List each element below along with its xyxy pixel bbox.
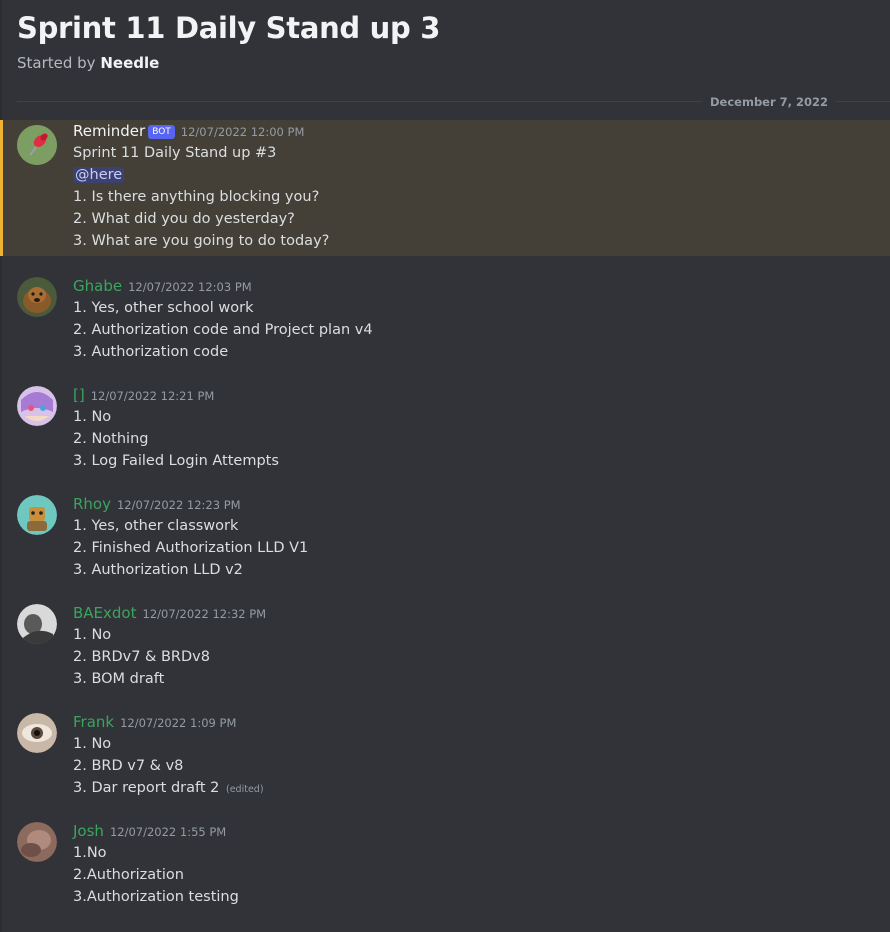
message-line: 3. Dar report draft 2 [73,780,220,796]
message-content: 1.No 2.Authorization 3.Authorization tes… [73,842,239,908]
date-divider: December 7, 2022 [702,94,837,110]
avatar[interactable] [17,604,57,644]
character-avatar-icon [17,495,57,535]
pushpin-icon [17,125,57,165]
message-line: 2. BRD v7 & v8 [73,758,184,774]
message-line: 2. What did you do yesterday? [73,211,295,227]
thread-title: Sprint 11 Daily Stand up 3 [17,11,441,45]
message-line: 2.Authorization [73,867,184,883]
message-line: 1. No [73,627,112,643]
message-reminder[interactable]: Reminder BOT 12/07/2022 12:00 PM Sprint 11… [0,120,890,256]
anime-avatar-icon [17,386,57,426]
message-content: 1. No 2. BRDv7 & BRDv8 3. BOM draft [73,624,210,690]
message-line: 1. No [73,409,112,425]
message-line: Sprint 11 Daily Stand up #3 [73,145,277,161]
person-avatar-icon [17,604,57,644]
message-timestamp: 12/07/2022 12:32 PM [142,607,267,621]
here-mention[interactable]: @here [73,167,125,183]
message-line: 2. BRDv7 & BRDv8 [73,649,210,665]
avatar[interactable] [17,277,57,317]
message-rhoy[interactable]: Rhoy 12/07/2022 12:23 PM 1. Yes, other cl… [0,493,890,585]
thread-starter-info: Started by Needle [17,54,440,72]
message-line: 1. Is there anything blocking you? [73,189,320,205]
message-author[interactable]: Josh [73,822,104,840]
message-line: 2. Nothing [73,431,149,447]
message-content: 1. Yes, other school work 2. Authorizati… [73,297,373,363]
message-line-mention: @here [73,164,329,186]
message-timestamp: 12/07/2022 1:09 PM [120,716,237,730]
message-author[interactable]: Rhoy [73,495,111,513]
message-line: 3. What are you going to do today? [73,233,330,249]
message-ghabe[interactable]: Ghabe 12/07/2022 12:03 PM 1. Yes, other s… [0,275,890,367]
blurred-avatar-icon [17,822,57,862]
message-line: 3. Log Failed Login Attempts [73,453,279,469]
message-content: 1. No 2. Nothing 3. Log Failed Login Att… [73,406,279,472]
message-line: 1. Yes, other school work [73,300,254,316]
message-line-edited: 3. Dar report draft 2 (edited) [73,777,264,801]
thread-header: Sprint 11 Daily Stand up 3 Started by Ne… [17,6,440,72]
message-line: 3.Authorization testing [73,889,239,905]
message-author[interactable]: BAExdot [73,604,137,622]
dog-avatar-icon [17,277,57,317]
message-content: Sprint 11 Daily Stand up #3 @here 1. Is … [73,142,329,252]
message-line: 3. Authorization LLD v2 [73,562,243,578]
avatar[interactable] [17,495,57,535]
message-line: 2. Finished Authorization LLD V1 [73,540,309,556]
message-author[interactable]: Reminder [73,122,145,140]
message-timestamp: 12/07/2022 12:23 PM [116,498,241,512]
message-line: 2. Authorization code and Project plan v… [73,322,373,338]
thread-starter-name[interactable]: Needle [100,54,159,72]
avatar[interactable] [17,713,57,753]
bot-badge: BOT [148,125,175,139]
message-brackets[interactable]: [] 12/07/2022 12:21 PM 1. No 2. Nothing 3… [0,384,890,476]
message-timestamp: 12/07/2022 12:21 PM [90,389,215,403]
message-frank[interactable]: Frank 12/07/2022 1:09 PM 1. No 2. BRD v7 … [0,711,890,803]
message-content: 1. Yes, other classwork 2. Finished Auth… [73,515,308,581]
message-line: 3. BOM draft [73,671,165,687]
message-author[interactable]: Frank [73,713,114,731]
message-line: 1. Yes, other classwork [73,518,239,534]
eye-avatar-icon [17,713,57,753]
message-author[interactable]: Ghabe [73,277,122,295]
message-line: 3. Authorization code [73,344,229,360]
message-josh[interactable]: Josh 12/07/2022 1:55 PM 1.No 2.Authorizat… [0,820,890,912]
avatar[interactable] [17,125,57,165]
message-content: 1. No 2. BRD v7 & v8 3. Dar report draft… [73,733,264,801]
avatar[interactable] [17,822,57,862]
message-timestamp: 12/07/2022 12:03 PM [128,280,252,294]
message-baexdot[interactable]: BAExdot 12/07/2022 12:32 PM 1. No 2. BRDv… [0,602,890,694]
message-line: 1.No [73,845,107,861]
message-timestamp: 12/07/2022 12:00 PM [180,125,305,139]
edited-label: (edited) [226,784,264,795]
avatar[interactable] [17,386,57,426]
message-line: 1. No [73,736,112,752]
started-by-label: Started by [17,54,96,72]
message-author[interactable]: [] [73,386,85,404]
message-timestamp: 12/07/2022 1:55 PM [109,825,227,839]
